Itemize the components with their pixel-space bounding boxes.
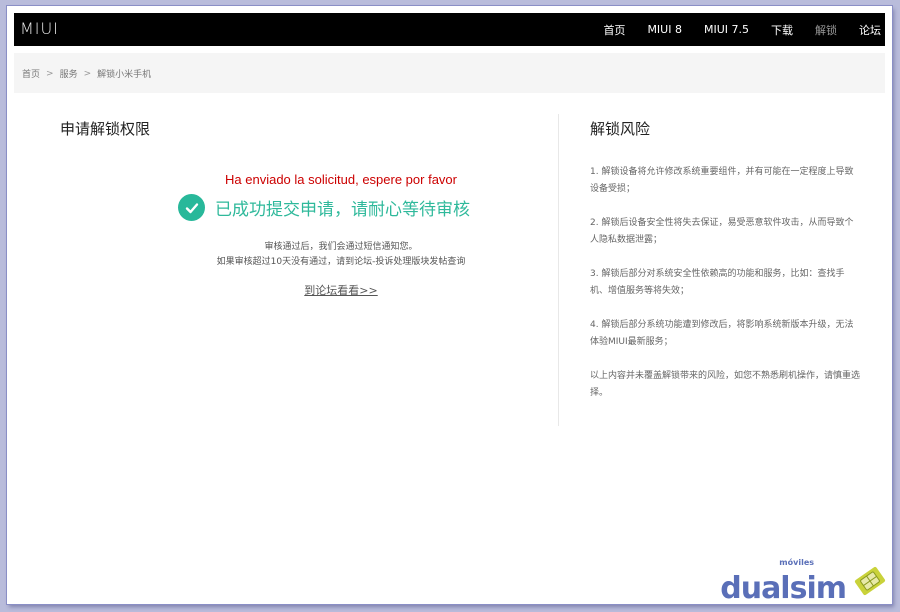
breadcrumb-separator: >	[46, 68, 54, 79]
success-text: 已成功提交申请，请耐心等待审核	[215, 200, 470, 220]
breadcrumb-home[interactable]: 首页	[22, 67, 40, 80]
status-message-spanish: Ha enviado la solicitud, espere por favo…	[225, 172, 457, 187]
breadcrumb-bar: 首页 > 服务 > 解锁小米手机	[14, 53, 885, 93]
miui-logo[interactable]: MIUI	[20, 19, 59, 38]
breadcrumb-current: 解锁小米手机	[97, 70, 152, 80]
top-navbar: MIUI 首页 MIUI 8 MIUI 7.5 下载 解锁 论坛	[14, 13, 885, 46]
nav-item-download[interactable]: 下载	[771, 22, 793, 38]
nav-item-miui75[interactable]: MIUI 7.5	[704, 23, 749, 36]
watermark-brand: dualsim	[720, 571, 847, 606]
sim-chip-icon	[852, 566, 888, 596]
breadcrumb-separator: >	[83, 68, 92, 79]
risk-list: 1. 解锁设备将允许修改系统重要组件，并有可能在一定程度上导致设备受损； 2. …	[590, 164, 860, 419]
nav-item-forum[interactable]: 论坛	[859, 22, 881, 38]
dualsim-watermark: móviles dualsim	[712, 556, 892, 606]
risk-item: 3. 解锁后部分对系统安全性依赖高的功能和服务，比如：查找手机、增值服务等将失效…	[590, 269, 845, 296]
page-frame: MIUI 首页 MIUI 8 MIUI 7.5 下载 解锁 论坛 首页 > 服务…	[7, 6, 892, 604]
success-message: 已成功提交申请，请耐心等待审核	[178, 194, 470, 221]
column-divider	[558, 114, 559, 426]
forum-link[interactable]: 到论坛看看>>	[21, 282, 661, 298]
nav-item-home[interactable]: 首页	[603, 22, 625, 38]
main-content: 申请解锁权限 Ha enviado la solicitud, espere p…	[21, 94, 883, 604]
check-circle-icon	[178, 194, 205, 221]
risk-item: 1. 解锁设备将允许修改系统重要组件，并有可能在一定程度上导致设备受损；	[590, 167, 854, 194]
unlock-request-title: 申请解锁权限	[60, 120, 151, 138]
breadcrumb-service[interactable]: 服务	[60, 67, 78, 80]
main-nav: 首页 MIUI 8 MIUI 7.5 下载 解锁 论坛	[581, 13, 881, 46]
info-line-forum: 如果审核超过10天没有通过，请到论坛-投诉处理版块发帖查询	[216, 257, 466, 267]
unlock-risk-title: 解锁风险	[590, 120, 651, 138]
nav-item-unlock[interactable]: 解锁	[815, 22, 837, 38]
breadcrumb: 首页 > 服务 > 解锁小米手机	[22, 67, 152, 81]
watermark-subtitle: móviles	[779, 558, 814, 567]
risk-item: 2. 解锁后设备安全性将失去保证，易受恶意软件攻击，从而导致个人隐私数据泄露；	[590, 218, 854, 245]
info-line-sms: 审核通过后，我们会通过短信通知您。	[264, 242, 418, 252]
risk-note: 以上内容并未覆盖解锁带来的风险，如您不熟悉刷机操作，请慎重选择。	[590, 371, 861, 398]
nav-item-miui8[interactable]: MIUI 8	[647, 23, 682, 36]
risk-item: 4. 解锁后部分系统功能遭到修改后，将影响系统新版本升级，无法体验MIUI最新服…	[590, 320, 854, 347]
